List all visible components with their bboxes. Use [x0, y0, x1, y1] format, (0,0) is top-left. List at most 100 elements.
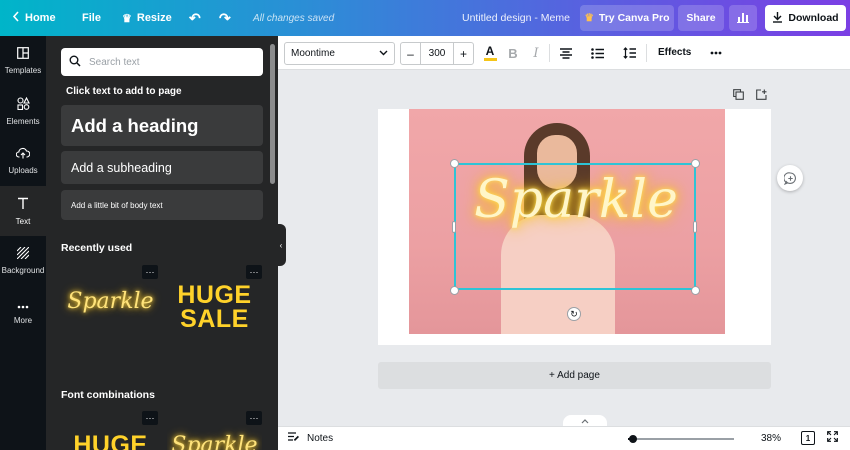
page-count-icon[interactable]: 1 — [801, 431, 815, 445]
more-icon — [17, 298, 29, 311]
font-select[interactable]: Moontime — [284, 42, 395, 65]
more-options-button[interactable]: ··· — [246, 265, 262, 279]
align-center-icon[interactable] — [557, 44, 575, 62]
chevron-left-icon: ‹ — [279, 240, 283, 250]
text-toolbar: Moontime – 300 + A B I Effects — [278, 36, 850, 70]
home-label: Home — [25, 12, 56, 24]
sparkle-thumb-text: Sparkle — [67, 289, 154, 314]
panel-scrollbar[interactable] — [270, 44, 275, 184]
duplicate-page-icon[interactable] — [733, 89, 744, 103]
selection-box — [454, 163, 696, 290]
combo-huge[interactable]: ··· HUGE — [63, 411, 158, 450]
rail-label: Templates — [4, 66, 42, 75]
uploads-icon — [15, 147, 31, 161]
zoom-slider[interactable] — [628, 435, 734, 443]
search-box[interactable] — [61, 48, 263, 76]
resize-label: Resize — [136, 12, 172, 24]
italic-icon[interactable]: I — [527, 44, 545, 62]
recent-text-huge-sale[interactable]: ··· HUGE SALE — [167, 265, 262, 370]
font-size-value[interactable]: 300 — [420, 43, 454, 64]
notes-button[interactable]: Notes — [288, 432, 333, 445]
add-heading-button[interactable]: Add a heading — [61, 105, 263, 146]
resize-icon: ♛ — [122, 12, 132, 25]
left-rail: Templates Elements Uploads Text Backgrou… — [0, 36, 46, 450]
rail-label: More — [13, 315, 33, 325]
resize-handle[interactable] — [691, 286, 700, 295]
rail-item-background[interactable]: Background — [0, 236, 46, 286]
text-icon — [17, 197, 29, 212]
rail-item-more[interactable]: More — [0, 286, 46, 336]
undo-button[interactable]: ↶ — [189, 10, 201, 27]
rail-label: Background — [1, 266, 45, 275]
bar-chart-icon — [737, 11, 749, 26]
rail-item-text[interactable]: Text — [0, 186, 46, 236]
top-bar: Home File ♛ Resize ↶ ↷ All changes saved… — [0, 0, 850, 36]
font-combinations-heading: Font combinations — [61, 389, 155, 401]
resize-handle[interactable] — [691, 159, 700, 168]
add-page-icon[interactable] — [756, 89, 767, 103]
more-options-button[interactable]: ··· — [142, 265, 158, 279]
rail-item-uploads[interactable]: Uploads — [0, 136, 46, 186]
combo-sparkle-text: Sparkle — [171, 433, 258, 450]
effects-button[interactable]: Effects — [658, 47, 691, 58]
list-icon[interactable] — [588, 44, 606, 62]
toolbar-divider — [549, 44, 550, 62]
combo-sparkle[interactable]: ··· Sparkle — [167, 411, 262, 450]
zoom-level[interactable]: 38% — [761, 433, 781, 444]
toolbar-divider — [646, 44, 647, 62]
panel-hint: Click text to add to page — [66, 86, 182, 97]
rotate-icon[interactable]: ↻ — [567, 307, 581, 321]
try-pro-button[interactable]: ♛ Try Canva Pro — [580, 5, 674, 31]
notes-icon — [288, 432, 300, 445]
save-status: All changes saved — [253, 12, 335, 24]
insights-button[interactable] — [729, 5, 757, 31]
share-button[interactable]: Share — [678, 5, 724, 31]
background-icon — [16, 246, 30, 261]
spacing-icon[interactable] — [620, 44, 638, 62]
color-swatch — [483, 57, 497, 61]
chevron-down-icon — [379, 48, 388, 59]
redo-icon: ↷ — [219, 9, 231, 26]
add-subheading-button[interactable]: Add a subheading — [61, 151, 263, 184]
more-options-icon[interactable] — [707, 44, 725, 62]
combo-huge-text: HUGE — [73, 431, 148, 450]
search-input[interactable] — [89, 56, 249, 68]
text-color-button[interactable]: A — [481, 44, 499, 62]
home-button[interactable]: Home — [12, 11, 56, 25]
font-name: Moontime — [291, 48, 335, 59]
comment-icon[interactable] — [777, 165, 803, 191]
decrease-size-button[interactable]: – — [401, 43, 420, 64]
rail-item-elements[interactable]: Elements — [0, 86, 46, 136]
resize-button[interactable]: ♛ Resize — [122, 12, 172, 25]
increase-size-button[interactable]: + — [454, 43, 473, 64]
collapse-panel-button[interactable]: ‹ — [276, 224, 286, 266]
more-options-button[interactable]: ··· — [142, 411, 158, 425]
elements-icon — [16, 96, 30, 112]
rail-item-templates[interactable]: Templates — [0, 36, 46, 86]
design-title[interactable]: Untitled design - Meme — [462, 12, 570, 24]
side-handle[interactable] — [452, 221, 456, 233]
zoom-slider-handle[interactable] — [629, 435, 637, 443]
download-button[interactable]: Download — [765, 5, 846, 31]
file-menu-button[interactable]: File — [82, 12, 101, 24]
download-label: Download — [788, 12, 839, 24]
more-options-button[interactable]: ··· — [246, 411, 262, 425]
resize-handle[interactable] — [450, 159, 459, 168]
side-handle[interactable] — [693, 221, 697, 233]
bold-icon[interactable]: B — [504, 44, 522, 62]
fullscreen-icon[interactable] — [827, 431, 838, 445]
recent-text-sparkle[interactable]: ··· Sparkle — [63, 265, 158, 370]
redo-button[interactable]: ↷ — [219, 10, 231, 27]
add-body-text-button[interactable]: Add a little bit of body text — [61, 190, 263, 220]
huge-sale-thumb-text: HUGE SALE — [177, 281, 252, 333]
add-page-button[interactable]: + Add page — [378, 362, 771, 389]
try-pro-label: Try Canva Pro — [598, 12, 670, 24]
bottom-bar: Notes 38% 1 — [278, 426, 850, 450]
resize-handle[interactable] — [450, 286, 459, 295]
recently-used-heading: Recently used — [61, 242, 133, 254]
crown-icon: ♛ — [584, 12, 594, 24]
templates-icon — [17, 47, 29, 61]
text-panel: Click text to add to page Add a heading … — [46, 36, 278, 450]
download-icon — [772, 11, 783, 26]
font-size-stepper: – 300 + — [400, 42, 474, 65]
